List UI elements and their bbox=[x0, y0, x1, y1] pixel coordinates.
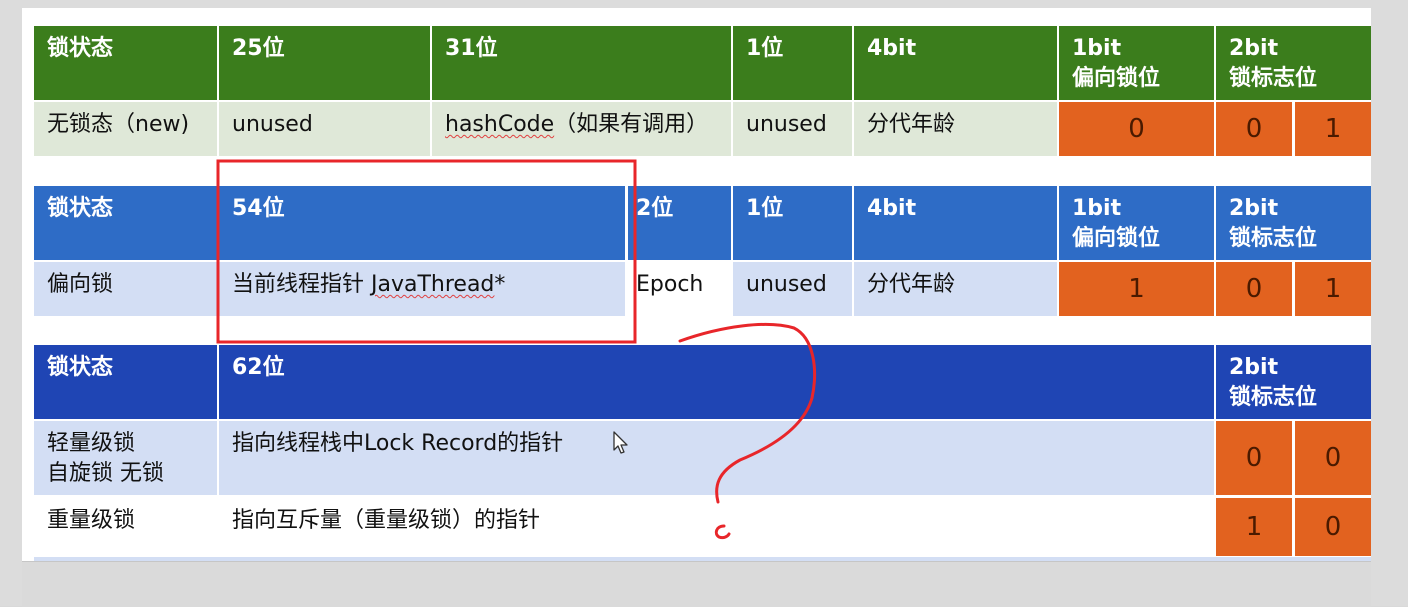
slide-canvas: 锁状态 25位 31位 1位 4bit 1bit 偏向锁位 2bit 锁标志位 … bbox=[22, 8, 1371, 561]
question-mark-curve bbox=[678, 322, 817, 504]
question-mark-dot bbox=[714, 524, 731, 540]
bottom-bar bbox=[22, 561, 1371, 607]
annotation-layer bbox=[216, 159, 817, 540]
window-left-edge bbox=[0, 0, 22, 606]
window-right-edge bbox=[1371, 0, 1408, 606]
highlight-box bbox=[216, 159, 637, 344]
